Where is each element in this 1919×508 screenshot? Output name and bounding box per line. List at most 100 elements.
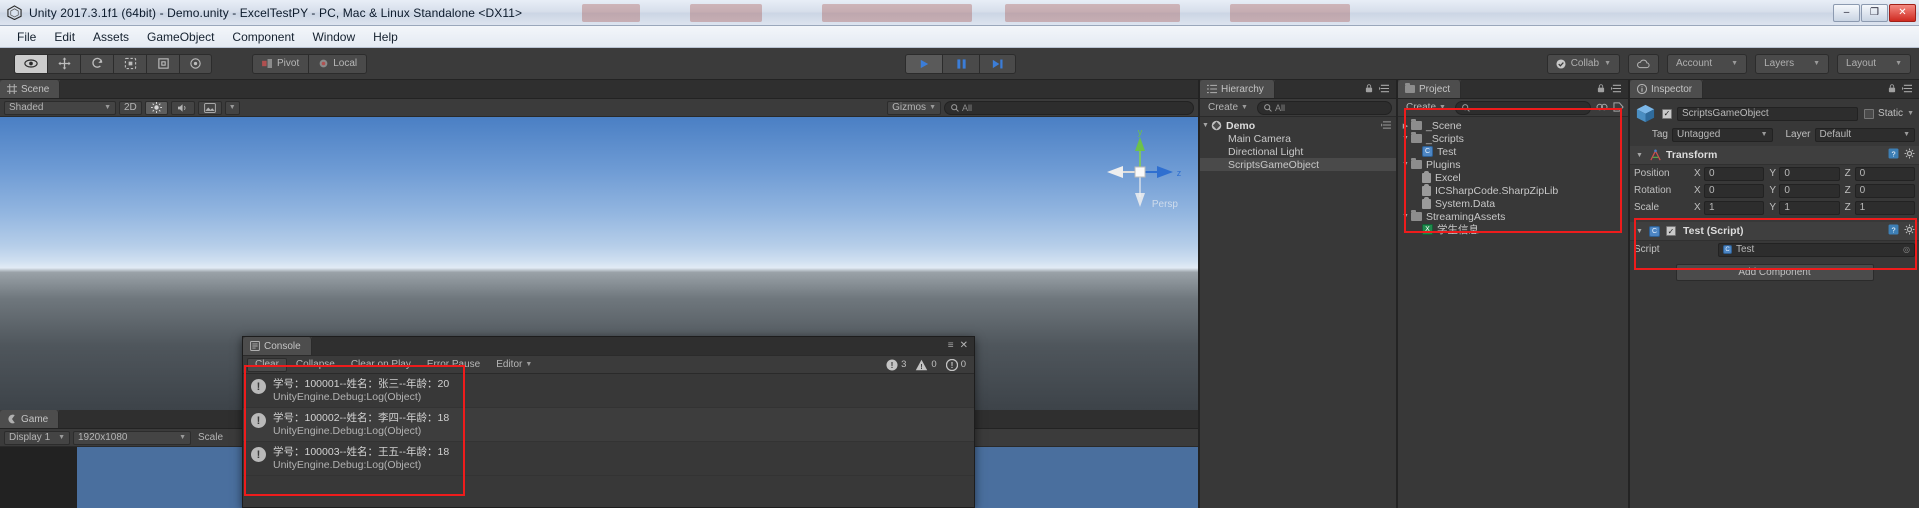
collab-button[interactable]: Collab ▼ — [1546, 53, 1620, 74]
console-editor-dropdown[interactable]: Editor ▼ — [489, 358, 539, 372]
tab-inspector[interactable]: Inspector — [1630, 80, 1704, 98]
panel-menu-icon[interactable]: ≡ — [948, 341, 954, 351]
component-help-icon[interactable]: ? — [1888, 146, 1899, 164]
menu-component[interactable]: Component — [223, 28, 303, 46]
expand-triangle-icon[interactable]: ▼ — [1634, 228, 1645, 235]
step-button[interactable] — [979, 53, 1016, 74]
lock-icon[interactable] — [1597, 80, 1605, 98]
panel-menu-icon[interactable] — [1902, 80, 1913, 98]
close-icon[interactable]: ✕ — [960, 341, 968, 351]
layout-button[interactable]: Layout ▼ — [1837, 53, 1911, 74]
scene-effects-dropdown[interactable] — [197, 100, 222, 115]
menu-edit[interactable]: Edit — [45, 28, 84, 46]
expand-triangle-icon[interactable]: ▼ — [1400, 135, 1411, 142]
script-enabled-checkbox[interactable]: ✓ — [1666, 226, 1676, 236]
hierarchy-item-main-camera[interactable]: Main Camera — [1200, 132, 1396, 145]
console-clear-on-play-toggle[interactable]: Clear on Play — [344, 358, 418, 372]
scale-tool-button[interactable] — [113, 53, 146, 74]
project-item-test[interactable]: C Test — [1398, 145, 1628, 158]
expand-triangle-icon[interactable]: ▶ — [1400, 122, 1411, 130]
scene-effects-caret[interactable]: ▼ — [224, 100, 240, 115]
console-error-pause-toggle[interactable]: Error Pause — [420, 358, 487, 372]
transform-tool-button[interactable] — [179, 53, 212, 74]
gear-icon[interactable] — [1904, 222, 1915, 240]
menu-gameobject[interactable]: GameObject — [138, 28, 223, 46]
move-tool-button[interactable] — [47, 53, 80, 74]
project-item-excel[interactable]: Excel — [1398, 170, 1628, 184]
position-z-field[interactable]: 0 — [1854, 166, 1915, 181]
panel-menu-icon[interactable] — [1611, 80, 1622, 98]
scene-lighting-toggle[interactable] — [144, 100, 168, 115]
display-dropdown[interactable]: Display 1 ▼ — [4, 430, 70, 445]
layer-dropdown[interactable]: Default ▼ — [1814, 127, 1915, 142]
tab-project[interactable]: Project — [1398, 80, 1462, 98]
play-button[interactable] — [905, 53, 942, 74]
console-log-entry[interactable]: ! 学号：100001--姓名：张三--年龄：20 UnityEngine.De… — [243, 374, 974, 408]
pivot-mode-button[interactable]: Pivot — [252, 53, 309, 74]
expand-triangle-icon[interactable]: ▼ — [1634, 152, 1645, 159]
rotation-z-field[interactable]: 0 — [1854, 183, 1915, 198]
menu-window[interactable]: Window — [303, 28, 364, 46]
rotation-x-field[interactable]: 0 — [1704, 183, 1765, 198]
expand-triangle-icon[interactable]: ▼ — [1200, 122, 1211, 129]
draw-mode-dropdown[interactable]: Shaded ▼ — [4, 100, 116, 115]
console-error-counter[interactable]: ! 0 — [945, 358, 966, 371]
handle-mode-button[interactable]: Local — [308, 53, 368, 74]
project-label-icon[interactable] — [1613, 99, 1624, 117]
project-item-_scripts[interactable]: ▼ _Scripts — [1398, 132, 1628, 145]
project-item-_scene[interactable]: ▶ _Scene — [1398, 119, 1628, 132]
project-search-input[interactable] — [1454, 100, 1591, 115]
test-script-component-header[interactable]: ▼ C ✓ Test (Script) ? — [1630, 222, 1919, 241]
project-filter-icon[interactable] — [1596, 99, 1608, 117]
console-clear-button[interactable]: Clear — [247, 357, 287, 372]
scene-search-input[interactable]: All — [944, 100, 1194, 115]
project-item-streamingassets[interactable]: ▼ StreamingAssets — [1398, 210, 1628, 223]
expand-triangle-icon[interactable]: ▼ — [1400, 161, 1411, 168]
scale-z-field[interactable]: 1 — [1854, 200, 1915, 215]
gizmos-dropdown[interactable]: Gizmos ▼ — [887, 100, 941, 115]
minimize-button[interactable]: – — [1833, 3, 1860, 22]
rotation-y-field[interactable]: 0 — [1779, 183, 1840, 198]
expand-triangle-icon[interactable]: ▼ — [1400, 213, 1411, 220]
window-controls[interactable]: – ❐ ✕ — [1832, 3, 1916, 22]
hierarchy-item-scripts-gameobject[interactable]: ScriptsGameObject — [1200, 158, 1396, 171]
gameobject-active-checkbox[interactable]: ✓ — [1662, 108, 1672, 119]
lock-icon[interactable] — [1888, 80, 1896, 98]
rect-tool-button[interactable] — [146, 53, 179, 74]
position-x-field[interactable]: 0 — [1704, 166, 1765, 181]
add-component-button[interactable]: Add Component — [1675, 264, 1874, 281]
position-y-field[interactable]: 0 — [1779, 166, 1840, 181]
scene-audio-toggle[interactable] — [170, 100, 195, 115]
hierarchy-search-input[interactable]: All — [1256, 100, 1392, 115]
hierarchy-create-button[interactable]: Create ▼ — [1204, 101, 1252, 115]
static-checkbox[interactable] — [1864, 108, 1875, 119]
maximize-button[interactable]: ❐ — [1861, 3, 1888, 22]
tab-scene[interactable]: Scene — [0, 80, 61, 98]
project-item-plugins[interactable]: ▼ Plugins — [1398, 158, 1628, 171]
project-item-student-info[interactable]: X 学生信息 — [1398, 223, 1628, 236]
resolution-dropdown[interactable]: 1920x1080 ▼ — [73, 430, 191, 445]
console-collapse-toggle[interactable]: Collapse — [289, 358, 342, 372]
menu-file[interactable]: File — [8, 28, 45, 46]
project-item-icsharpcode[interactable]: ICSharpCode.SharpZipLib — [1398, 183, 1628, 197]
toggle-2d-button[interactable]: 2D — [119, 100, 142, 115]
hand-tool-button[interactable] — [14, 53, 47, 74]
console-log-entry[interactable]: ! 学号：100003--姓名：王五--年龄：18 UnityEngine.De… — [243, 442, 974, 476]
hierarchy-item-demo[interactable]: ▼ Demo — [1200, 119, 1396, 132]
gameobject-name-field[interactable]: ScriptsGameObject — [1677, 106, 1859, 121]
scene-menu-icon[interactable] — [1381, 120, 1392, 132]
tab-game[interactable]: Game — [0, 410, 60, 428]
project-item-system-data[interactable]: System.Data — [1398, 196, 1628, 210]
menu-help[interactable]: Help — [364, 28, 407, 46]
transform-component-header[interactable]: ▼ Transform ? — [1630, 146, 1919, 165]
rotate-tool-button[interactable] — [80, 53, 113, 74]
tag-dropdown[interactable]: Untagged ▼ — [1672, 127, 1773, 142]
script-object-field[interactable]: C Test ◎ — [1718, 242, 1915, 257]
account-button[interactable]: Account ▼ — [1667, 53, 1748, 74]
chevron-down-icon[interactable]: ▼ — [1907, 110, 1914, 117]
layers-button[interactable]: Layers ▼ — [1755, 53, 1830, 74]
panel-menu-icon[interactable] — [1379, 80, 1390, 98]
cloud-button[interactable] — [1628, 53, 1659, 74]
console-log-counter[interactable]: ! 3 — [886, 358, 906, 371]
component-help-icon[interactable]: ? — [1888, 222, 1899, 240]
